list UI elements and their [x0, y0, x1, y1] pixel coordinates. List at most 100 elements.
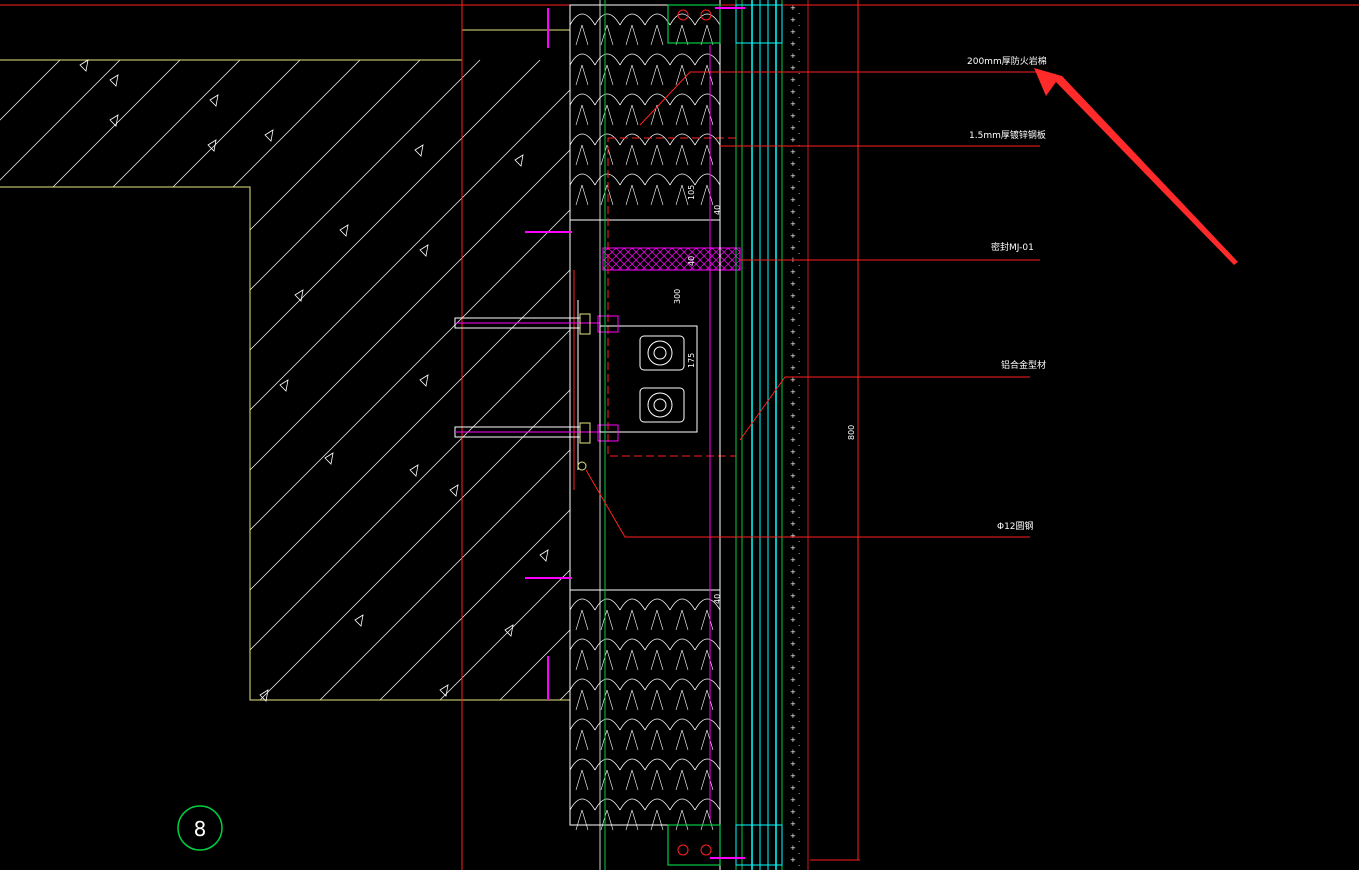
svg-text:+: + — [790, 316, 796, 324]
svg-text:·: · — [798, 694, 800, 702]
dim-40-upper: 40 — [713, 205, 722, 215]
svg-text:·: · — [798, 130, 800, 138]
anchor-bolt-upper — [454, 313, 619, 335]
svg-text:·: · — [798, 214, 800, 222]
svg-text:+: + — [790, 436, 796, 444]
svg-text:·: · — [798, 406, 800, 414]
svg-text:·: · — [798, 718, 800, 726]
svg-text:·: · — [798, 634, 800, 642]
callout-sealant: 密封MJ-01 — [991, 241, 1034, 253]
callout-fire-rock-wool: 200mm厚防火岩棉 — [967, 55, 1047, 67]
svg-text:·: · — [798, 514, 800, 522]
svg-text:·: · — [798, 610, 800, 618]
svg-text:+: + — [790, 88, 796, 96]
svg-text:+: + — [790, 388, 796, 396]
svg-text:+: + — [790, 856, 796, 864]
svg-text:·: · — [798, 358, 800, 366]
svg-text:+: + — [790, 760, 796, 768]
svg-text:·: · — [798, 10, 800, 18]
svg-text:+: + — [790, 808, 796, 816]
svg-text:+: + — [790, 700, 796, 708]
svg-text:·: · — [798, 562, 800, 570]
svg-text:·: · — [798, 622, 800, 630]
svg-text:+: + — [790, 736, 796, 744]
svg-text:+: + — [790, 40, 796, 48]
svg-text:+: + — [790, 148, 796, 156]
svg-text:·: · — [798, 394, 800, 402]
svg-text:+: + — [790, 124, 796, 132]
insulation-lower — [569, 589, 721, 831]
svg-text:·: · — [798, 334, 800, 342]
svg-text:+: + — [790, 100, 796, 108]
svg-text:+: + — [790, 304, 796, 312]
svg-text:+: + — [790, 280, 796, 288]
svg-text:+: + — [790, 772, 796, 780]
svg-text:·: · — [798, 790, 800, 798]
dim-800: 800 — [847, 425, 856, 440]
svg-text:·: · — [798, 586, 800, 594]
svg-text:+: + — [790, 592, 796, 600]
svg-text:+: + — [790, 244, 796, 252]
svg-text:·: · — [798, 598, 800, 606]
svg-text:+: + — [790, 448, 796, 456]
svg-text:+: + — [790, 640, 796, 648]
svg-text:·: · — [798, 814, 800, 822]
insulation-upper — [569, 4, 721, 221]
svg-text:·: · — [798, 502, 800, 510]
svg-text:+: + — [790, 556, 796, 564]
svg-text:·: · — [798, 478, 800, 486]
svg-text:+: + — [790, 172, 796, 180]
svg-text:·: · — [798, 226, 800, 234]
svg-text:·: · — [798, 730, 800, 738]
svg-text:·: · — [798, 382, 800, 390]
svg-text:·: · — [798, 322, 800, 330]
svg-text:+: + — [790, 676, 796, 684]
svg-text:+: + — [790, 472, 796, 480]
svg-text:+: + — [790, 412, 796, 420]
concrete-structure — [0, 0, 570, 702]
svg-text:·: · — [798, 190, 800, 198]
svg-text:+: + — [790, 820, 796, 828]
svg-text:·: · — [798, 34, 800, 42]
svg-text:·: · — [798, 682, 800, 690]
svg-text:·: · — [798, 298, 800, 306]
svg-text:+: + — [790, 844, 796, 852]
svg-text:·: · — [798, 802, 800, 810]
svg-text:+: + — [790, 568, 796, 576]
svg-text:+: + — [790, 796, 796, 804]
axis-lines — [461, 0, 860, 870]
svg-text:·: · — [798, 754, 800, 762]
svg-text:+: + — [790, 28, 796, 36]
svg-text:·: · — [798, 742, 800, 750]
svg-text:·: · — [798, 658, 800, 666]
svg-text:+: + — [790, 160, 796, 168]
svg-text:·: · — [798, 442, 800, 450]
bolt-connector-lower — [639, 387, 685, 423]
callout-round-steel: Φ12圆钢 — [997, 520, 1034, 532]
svg-text:+: + — [790, 400, 796, 408]
svg-text:·: · — [798, 574, 800, 582]
svg-text:+: + — [790, 232, 796, 240]
svg-text:·: · — [798, 106, 800, 114]
svg-text:+: + — [790, 220, 796, 228]
svg-text:+: + — [790, 484, 796, 492]
svg-text:+: + — [790, 76, 796, 84]
svg-text:+: + — [790, 604, 796, 612]
svg-text:+: + — [790, 196, 796, 204]
svg-text:+: + — [790, 724, 796, 732]
dim-300: 300 — [673, 289, 682, 304]
svg-text:·: · — [798, 286, 800, 294]
mullion-profile-top — [667, 4, 783, 44]
callout-galvanized-steel: 1.5mm厚镀锌钢板 — [969, 129, 1046, 141]
svg-text:+: + — [790, 364, 796, 372]
mullion-profile-bottom — [667, 824, 783, 866]
svg-text:·: · — [798, 454, 800, 462]
svg-text:·: · — [798, 418, 800, 426]
svg-text:+: + — [790, 328, 796, 336]
red-annotation-arrow — [1034, 68, 1238, 265]
svg-text:·: · — [798, 550, 800, 558]
svg-text:·: · — [798, 70, 800, 78]
svg-text:+: + — [790, 616, 796, 624]
svg-text:+: + — [790, 112, 796, 120]
svg-text:·: · — [798, 178, 800, 186]
